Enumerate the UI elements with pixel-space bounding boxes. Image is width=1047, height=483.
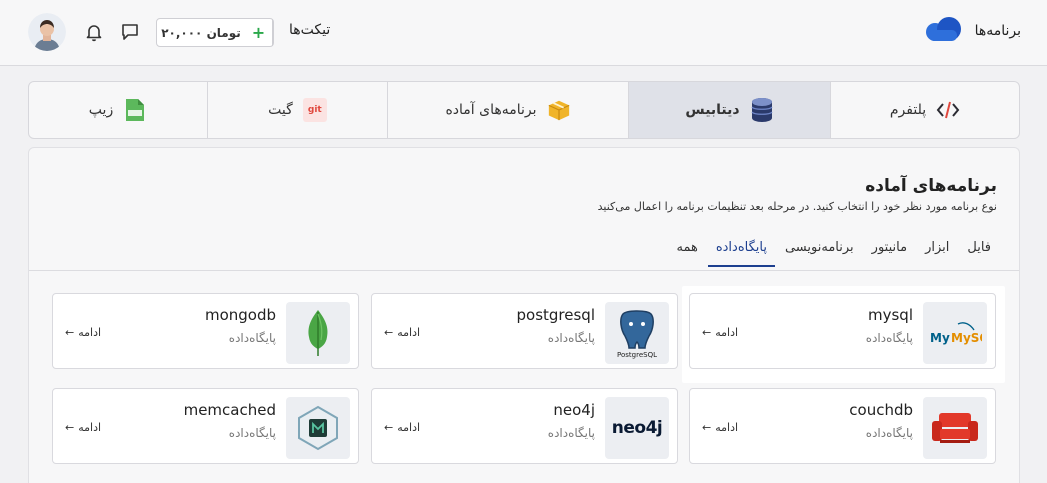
continue-link[interactable]: ← ادامه [384,326,420,339]
app-name: mysql [868,306,913,324]
category-tabs: همه پایگاه‌داده برنامه‌نویسی مانیتور ابز… [676,240,991,267]
arrow-left-icon: ← [702,421,712,434]
tab-tools[interactable]: ابزار [925,240,949,267]
couchdb-logo-icon [923,397,987,459]
source-type-tabs: پلتفرم دیتابیس برنامه‌های آماده git گیت … [28,81,1020,139]
app-category: پایگاه‌داده [865,331,913,345]
tab-database-label: دیتابیس [685,102,740,118]
arrow-left-icon: ← [702,326,712,339]
tab-monitor[interactable]: مانیتور [872,240,907,267]
tickets-link[interactable]: تیکت‌ها [289,22,330,38]
continue-link[interactable]: ← ادامه [702,421,738,434]
brand-title: برنامه‌ها [974,23,1021,39]
arrow-left-icon: ← [384,421,394,434]
wallet-balance[interactable]: ۲۰,۰۰۰ تومان + [156,18,274,47]
svg-text:My: My [930,331,950,345]
tab-zip-label: زیپ [88,102,114,118]
postgresql-logo-icon: PostgreSQL [605,302,669,364]
arrow-left-icon: ← [65,326,75,339]
app-name: neo4j [553,401,595,419]
add-credit-button[interactable]: + [245,19,273,46]
svg-text:MySQL: MySQL [951,331,982,345]
memcached-logo-icon [286,397,350,459]
tab-ready-apps-label: برنامه‌های آماده [445,102,537,118]
app-card-neo4j[interactable]: neo4j neo4j پایگاه‌داده ← ادامه [371,388,678,464]
continue-link[interactable]: ← ادامه [65,326,101,339]
wallet-amount: ۲۰,۰۰۰ تومان [161,25,241,40]
brand[interactable]: برنامه‌ها [923,16,1021,46]
app-name: couchdb [849,401,913,419]
package-icon [547,98,571,122]
app-category: پایگاه‌داده [865,426,913,440]
app-category: پایگاه‌داده [547,331,595,345]
user-avatar[interactable] [28,13,66,51]
continue-link[interactable]: ← ادامه [65,421,101,434]
code-icon [936,98,960,122]
arrow-left-icon: ← [384,326,394,339]
mongodb-logo-icon [286,302,350,364]
continue-link[interactable]: ← ادامه [702,326,738,339]
page-subtitle: نوع برنامه مورد نظر خود را انتخاب کنید. … [597,200,997,213]
top-header: برنامه‌ها تیکت‌ها ۲۰,۰۰۰ تومان + [0,0,1047,66]
tab-ready-apps[interactable]: برنامه‌های آماده [387,82,628,138]
mysql-logo-icon: My MySQL [923,302,987,364]
continue-link[interactable]: ← ادامه [384,421,420,434]
svg-text:PostgreSQL: PostgreSQL [617,351,657,359]
app-card-memcached[interactable]: memcached پایگاه‌داده ← ادامه [52,388,359,464]
tab-databases[interactable]: پایگاه‌داده [707,240,776,267]
app-card-couchdb[interactable]: couchdb پایگاه‌داده ← ادامه [689,388,996,464]
app-category: پایگاه‌داده [228,331,276,345]
neo4j-logo-icon: neo4j [605,397,669,459]
tab-database[interactable]: دیتابیس [628,82,830,138]
app-category: پایگاه‌داده [228,426,276,440]
tab-file[interactable]: فایل [967,240,991,267]
app-category: پایگاه‌داده [547,426,595,440]
app-name: memcached [183,401,276,419]
app-card-mysql[interactable]: My MySQL mysql پایگاه‌داده ← ادامه [689,293,996,369]
tab-git[interactable]: git گیت [207,82,387,138]
app-name: mongodb [204,306,276,324]
divider [29,270,1019,271]
page-title: برنامه‌های آماده [865,176,997,196]
app-name: postgresql [516,306,596,324]
tab-platform[interactable]: پلتفرم [830,82,1019,138]
app-card-mongodb[interactable]: mongodb پایگاه‌داده ← ادامه [52,293,359,369]
git-icon: git [302,98,327,122]
zip-file-icon [123,98,147,122]
tab-programming[interactable]: برنامه‌نویسی [785,240,854,267]
tab-all[interactable]: همه [676,240,697,267]
database-icon [750,98,774,122]
notifications-bell-icon[interactable] [82,20,106,44]
tab-zip[interactable]: زیپ [29,82,207,138]
arrow-left-icon: ← [65,421,75,434]
app-card-postgresql[interactable]: PostgreSQL postgresql پایگاه‌داده ← ادام… [371,293,678,369]
messages-icon[interactable] [118,20,142,44]
cloud-logo-icon [923,16,963,46]
tab-platform-label: پلتفرم [889,102,927,118]
tab-git-label: گیت [268,102,293,118]
